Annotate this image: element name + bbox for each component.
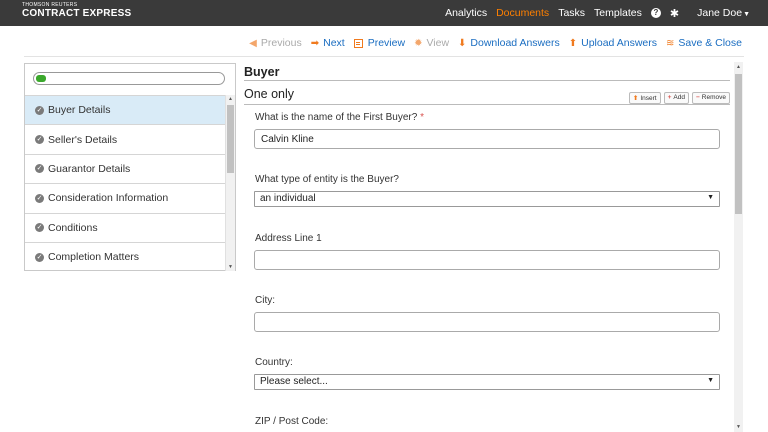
city-input[interactable] bbox=[254, 312, 720, 332]
check-circle-icon: ✓ bbox=[35, 164, 44, 174]
repeat-group-controls: ⬆ Insert + Add − Remove bbox=[626, 92, 730, 104]
chevron-down-icon: ▼ bbox=[707, 194, 714, 201]
buyer-name-label: What is the name of the First Buyer? * bbox=[255, 112, 424, 123]
sidebar-item-guarantor-details[interactable]: ✓ Guarantor Details bbox=[25, 153, 225, 183]
minus-icon: − bbox=[695, 94, 700, 101]
user-name: Jane Doe bbox=[697, 7, 743, 19]
nav-templates[interactable]: Templates bbox=[594, 7, 642, 19]
entity-type-select[interactable]: an individual ▼ bbox=[254, 191, 720, 207]
insert-label: Insert bbox=[640, 95, 657, 102]
scroll-up-icon[interactable]: ▲ bbox=[734, 64, 743, 70]
sidebar-scrollbar-thumb[interactable] bbox=[227, 105, 234, 173]
sidebar-item-label: Conditions bbox=[48, 221, 98, 234]
save-close-label: Save & Close bbox=[678, 37, 742, 49]
arrow-left-icon: ◀ bbox=[249, 37, 257, 49]
address-line-1-input[interactable] bbox=[254, 250, 720, 270]
group-divider bbox=[244, 104, 730, 105]
user-menu[interactable]: Jane Doe▼ bbox=[688, 7, 750, 19]
view-button[interactable]: ✹ View bbox=[414, 37, 449, 49]
question-circle-icon[interactable]: ? bbox=[650, 8, 661, 18]
entity-type-label: What type of entity is the Buyer? bbox=[255, 174, 399, 185]
sidebar-item-label: Seller's Details bbox=[48, 133, 118, 146]
city-label: City: bbox=[255, 295, 275, 306]
preview-icon bbox=[353, 38, 363, 48]
country-select[interactable]: Please select... ▼ bbox=[254, 374, 720, 390]
chevron-down-icon: ▼ bbox=[707, 377, 714, 384]
sidebar-item-label: Buyer Details bbox=[48, 104, 111, 117]
check-circle-icon: ✓ bbox=[35, 223, 44, 233]
view-label: View bbox=[426, 37, 450, 49]
upload-icon: ⬆ bbox=[568, 37, 578, 49]
check-circle-icon: ✓ bbox=[35, 193, 44, 203]
country-label: Country: bbox=[255, 357, 293, 368]
country-value: Please select... bbox=[260, 376, 328, 387]
section-divider bbox=[244, 80, 730, 81]
remove-button[interactable]: − Remove bbox=[691, 92, 730, 104]
sidebar-item-conditions[interactable]: ✓ Conditions bbox=[25, 212, 225, 242]
previous-label: Previous bbox=[260, 37, 302, 49]
nav-analytics[interactable]: Analytics bbox=[445, 7, 487, 19]
zip-code-label: ZIP / Post Code: bbox=[255, 416, 329, 427]
sidebar-item-consideration-information[interactable]: ✓ Consideration Information bbox=[25, 183, 225, 212]
section-navigator: ✓ Buyer Details ✓ Seller's Details ✓ Gua… bbox=[24, 63, 236, 271]
scroll-up-icon[interactable]: ▲ bbox=[226, 96, 235, 102]
sidebar-item-buyer-details[interactable]: ✓ Buyer Details bbox=[25, 95, 225, 125]
upload-label: Upload Answers bbox=[581, 37, 657, 49]
brand-logo[interactable]: THOMSON REUTERS CONTRACT EXPRESS bbox=[22, 3, 131, 19]
check-circle-icon: ✓ bbox=[35, 135, 44, 145]
preview-button[interactable]: Preview bbox=[353, 37, 406, 49]
group-title: One only bbox=[244, 87, 295, 101]
check-circle-icon: ✓ bbox=[35, 105, 44, 115]
sidebar-item-completion-matters[interactable]: ✓ Completion Matters bbox=[25, 241, 225, 271]
scroll-down-icon[interactable]: ▼ bbox=[226, 264, 235, 270]
nav-documents[interactable]: Documents bbox=[496, 7, 549, 19]
toolbar-divider bbox=[24, 56, 744, 57]
sidebar-item-label: Consideration Information bbox=[48, 192, 169, 205]
arrow-up-icon: ⬆ bbox=[632, 95, 639, 102]
layers-icon: ≋ bbox=[665, 37, 675, 49]
gear-icon: ✹ bbox=[414, 37, 423, 49]
upload-answers-button[interactable]: ⬆ Upload Answers bbox=[569, 37, 657, 49]
previous-button[interactable]: ◀ Previous bbox=[249, 37, 302, 49]
progress-fill bbox=[36, 75, 46, 82]
main-scrollbar[interactable]: ▲ ▼ bbox=[734, 62, 743, 432]
section-list: ✓ Buyer Details ✓ Seller's Details ✓ Gua… bbox=[25, 95, 225, 271]
caret-down-icon: ▼ bbox=[743, 11, 750, 18]
address-line-1-label: Address Line 1 bbox=[255, 233, 322, 244]
remove-label: Remove bbox=[701, 94, 726, 101]
section-title: Buyer bbox=[244, 65, 280, 79]
arrow-right-icon: ➡ bbox=[310, 37, 320, 49]
next-button[interactable]: ➡ Next bbox=[311, 37, 345, 49]
buyer-name-question: What is the name of the First Buyer? bbox=[255, 112, 418, 123]
save-close-button[interactable]: ≋ Save & Close bbox=[666, 37, 742, 49]
main-scrollbar-thumb[interactable] bbox=[735, 74, 742, 214]
sidebar-scrollbar[interactable]: ▲ ▼ bbox=[225, 95, 235, 271]
sidebar-item-sellers-details[interactable]: ✓ Seller's Details bbox=[25, 124, 225, 153]
buyer-name-input[interactable]: Calvin Kline bbox=[254, 129, 720, 149]
add-label: Add bbox=[673, 94, 685, 101]
plus-icon: + bbox=[667, 94, 672, 101]
progress-bar bbox=[33, 72, 225, 85]
scroll-down-icon[interactable]: ▼ bbox=[734, 424, 743, 430]
top-nav-menu: Analytics Documents Tasks Templates ? ✱ … bbox=[436, 0, 750, 26]
top-navigation-bar: THOMSON REUTERS CONTRACT EXPRESS Analyti… bbox=[0, 0, 768, 26]
brand-product: CONTRACT EXPRESS bbox=[22, 8, 132, 19]
check-circle-icon: ✓ bbox=[35, 252, 44, 262]
entity-type-value: an individual bbox=[260, 193, 316, 204]
download-label: Download Answers bbox=[470, 37, 560, 49]
required-marker: * bbox=[420, 112, 424, 123]
insert-button[interactable]: ⬆ Insert bbox=[628, 92, 661, 104]
sidebar-item-label: Completion Matters bbox=[48, 251, 140, 264]
preview-label: Preview bbox=[367, 37, 406, 49]
add-button[interactable]: + Add bbox=[663, 92, 689, 104]
download-icon: ⬇ bbox=[458, 37, 467, 49]
download-answers-button[interactable]: ⬇ Download Answers bbox=[458, 37, 560, 49]
nav-tasks[interactable]: Tasks bbox=[558, 7, 585, 19]
sidebar-item-label: Guarantor Details bbox=[48, 162, 131, 175]
next-label: Next bbox=[323, 37, 345, 49]
document-toolbar: ◀ Previous ➡ Next Preview ✹ View ⬇ Downl… bbox=[240, 37, 742, 49]
gear-icon[interactable]: ✱ bbox=[670, 7, 679, 20]
